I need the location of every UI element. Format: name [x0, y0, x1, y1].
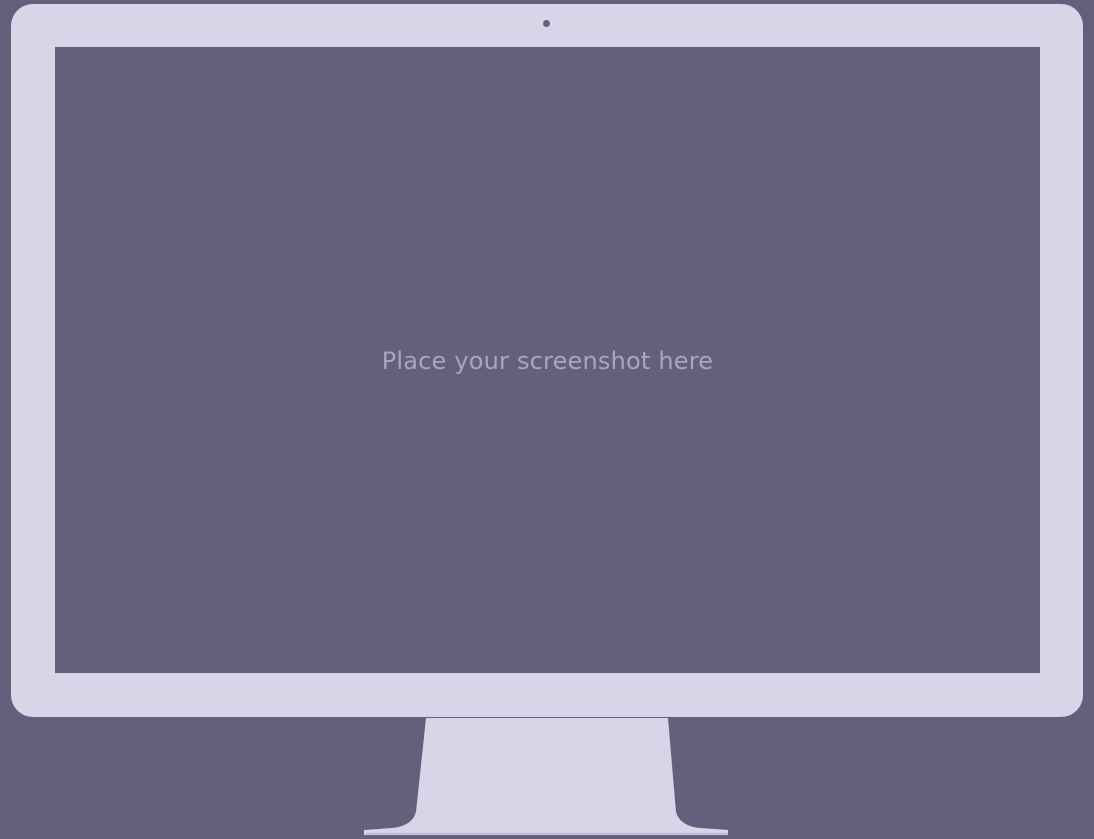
mockup-canvas: Place your screenshot here	[0, 0, 1094, 839]
monitor-stand	[364, 718, 728, 835]
monitor-stand-neck	[364, 718, 728, 835]
monitor-stand-base-line	[366, 833, 728, 835]
